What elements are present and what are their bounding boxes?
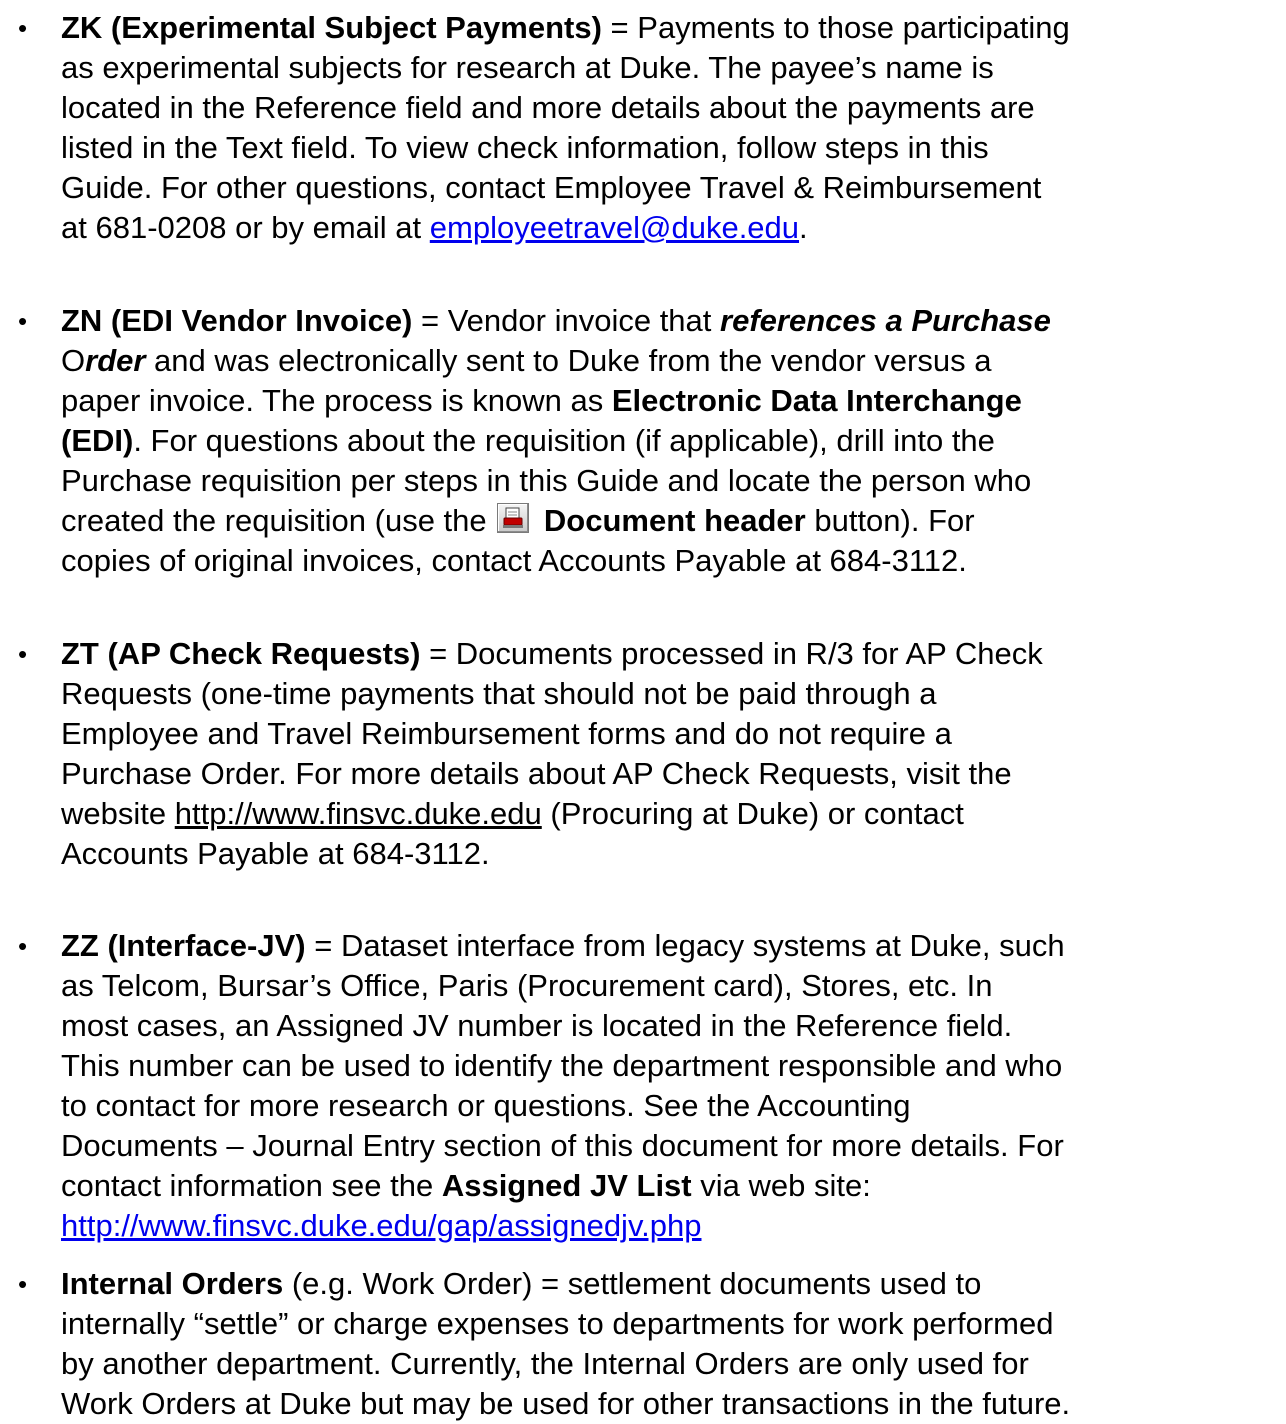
finsvc-link[interactable]: http://www.finsvc.duke.edu <box>175 796 542 831</box>
bullet: • <box>18 1269 28 1299</box>
list-item-internal-orders: • Internal Orders (e.g. Work Order) = se… <box>18 1264 1271 1424</box>
line: Documents – Journal Entry section of thi… <box>61 1128 1064 1163</box>
term-label: ZK (Experimental Subject Payments) <box>61 10 602 45</box>
line: ZN (EDI Vendor Invoice) = Vendor invoice… <box>61 303 1051 338</box>
list-item-zz: • ZZ (Interface-JV) = Dataset interface … <box>18 926 1271 1246</box>
term-label: Internal Orders <box>61 1266 284 1301</box>
line: Work Orders at Duke but may be used for … <box>61 1386 1071 1421</box>
bullet: • <box>18 306 28 336</box>
line: created the requisition (use the Documen… <box>61 503 975 538</box>
line: Accounts Payable at 684-3112. <box>61 836 490 871</box>
line: Internal Orders (e.g. Work Order) = sett… <box>61 1266 982 1301</box>
line: http://www.finsvc.duke.edu/gap/assignedj… <box>61 1206 1271 1246</box>
line: to contact for more research or question… <box>61 1088 911 1123</box>
list-item-zt: • ZT (AP Check Requests) = Documents pro… <box>18 634 1271 874</box>
document-header-icon <box>497 503 530 533</box>
line: paper invoice. The process is known as E… <box>61 383 1022 418</box>
line: as experimental subjects for research at… <box>61 50 994 85</box>
line: located in the Reference field and more … <box>61 90 1035 125</box>
line: listed in the Text field. To view check … <box>61 130 989 165</box>
list-item-zn: • ZN (EDI Vendor Invoice) = Vendor invoi… <box>18 301 1271 581</box>
list-item-zk: • ZK (Experimental Subject Payments) = P… <box>18 8 1271 248</box>
line: contact information see the Assigned JV … <box>61 1168 871 1203</box>
line: by another department. Currently, the In… <box>61 1346 1029 1381</box>
email-link[interactable]: employeetravel@duke.edu <box>430 210 799 245</box>
term-label: ZT (AP Check Requests) <box>61 636 421 671</box>
line: copies of original invoices, contact Acc… <box>61 543 967 578</box>
line: Employee and Travel Reimbursement forms … <box>61 716 952 751</box>
bullet: • <box>18 639 28 669</box>
line: ZT (AP Check Requests) = Documents proce… <box>61 636 1043 671</box>
line: as Telcom, Bursar’s Office, Paris (Procu… <box>61 968 993 1003</box>
line: This number can be used to identify the … <box>61 1048 1063 1083</box>
line: Order and was electronically sent to Duk… <box>61 343 992 378</box>
line: Requests (one-time payments that should … <box>61 676 937 711</box>
line: most cases, an Assigned JV number is loc… <box>61 1008 1013 1043</box>
line: ZZ (Interface-JV) = Dataset interface fr… <box>61 928 1065 963</box>
term-label: ZZ (Interface-JV) <box>61 928 306 963</box>
line: ZK (Experimental Subject Payments) = Pay… <box>61 10 1070 45</box>
line: website http://www.finsvc.duke.edu (Proc… <box>61 796 964 831</box>
line: Guide. For other questions, contact Empl… <box>61 170 1042 205</box>
line: (EDI). For questions about the requisiti… <box>61 423 995 458</box>
term-label: ZN (EDI Vendor Invoice) <box>61 303 413 338</box>
assigned-jv-link[interactable]: http://www.finsvc.duke.edu/gap/assignedj… <box>61 1208 701 1243</box>
bullet: • <box>18 13 28 43</box>
line: at 681-0208 or by email at employeetrave… <box>61 210 808 245</box>
bullet: • <box>18 931 28 961</box>
line: Purchase Order. For more details about A… <box>61 756 1012 791</box>
line: Purchase requisition per steps in this G… <box>61 463 1032 498</box>
line: internally “settle” or charge expenses t… <box>61 1306 1054 1341</box>
